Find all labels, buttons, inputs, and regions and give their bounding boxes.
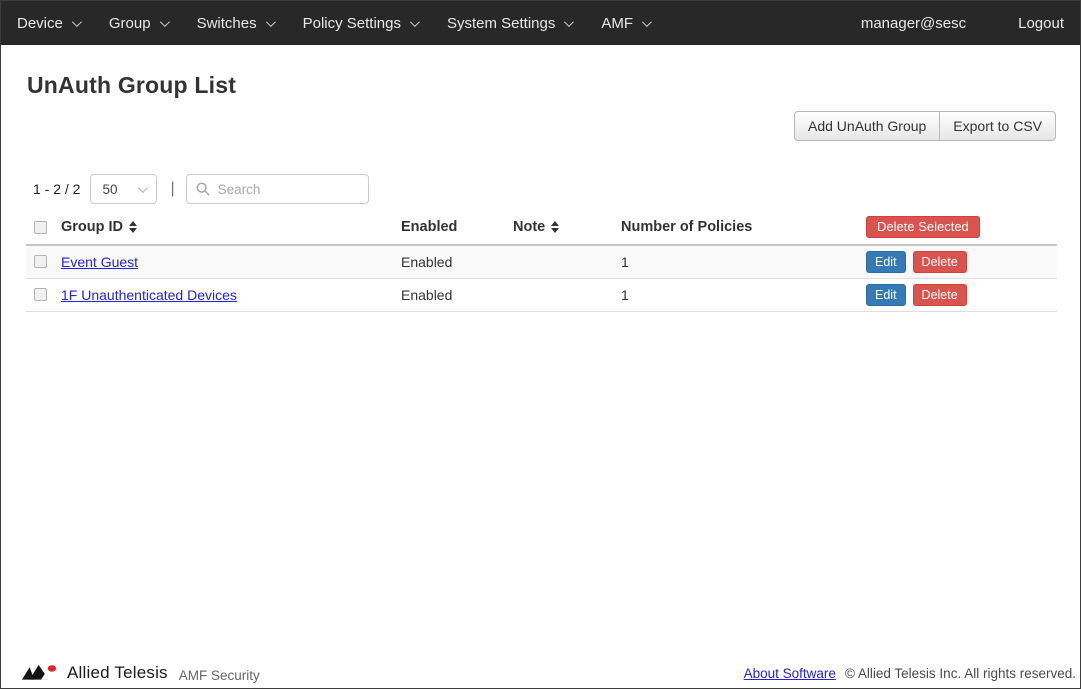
enabled-value: Enabled [401,287,452,303]
nav-item-system-settings[interactable]: System Settings [447,15,571,32]
footer-right: About Software © Allied Telesis Inc. All… [744,666,1076,681]
table-header-row: Group ID Enabled Note [26,211,1057,245]
group-list-table: Group ID Enabled Note [26,211,1057,312]
delete-button[interactable]: Delete [913,284,967,306]
actions-row: Add UnAuth Group Export to CSV [25,111,1056,141]
about-software-link[interactable]: About Software [744,666,836,681]
column-header-label: Number of Policies [621,219,752,235]
nav-item-label: System Settings [447,15,555,32]
group-link[interactable]: Event Guest [61,254,138,270]
chevron-down-icon [160,17,170,27]
policies-count: 1 [621,287,629,303]
brand-name: Allied Telesis [67,663,168,683]
row-actions: Edit Delete [866,284,1049,306]
logged-in-user: manager@sesc [861,15,966,32]
search-input[interactable] [186,174,369,204]
nav-item-switches[interactable]: Switches [197,15,273,32]
nav-item-label: AMF [601,15,633,32]
delete-selected-button[interactable]: Delete Selected [866,216,980,238]
sort-icon [551,221,559,233]
main-content: UnAuth Group List Add UnAuth Group Expor… [1,72,1080,312]
select-all-checkbox[interactable] [34,221,47,234]
column-header-label: Enabled [401,219,457,235]
chevron-down-icon [138,183,148,193]
nav-item-label: Device [17,15,63,32]
chevron-down-icon [410,17,420,27]
page-size-select[interactable]: 50 [90,174,157,204]
top-navbar: Device Group Switches Policy Settings Sy… [1,1,1080,45]
copyright-text: © Allied Telesis Inc. All rights reserve… [845,666,1076,681]
nav-right: manager@sesc Logout [861,15,1064,32]
table-row: Event Guest Enabled 1 Edit Delete [26,245,1057,278]
page-size-value: 50 [102,182,117,197]
nav-item-policy-settings[interactable]: Policy Settings [303,15,417,32]
app-window: Device Group Switches Policy Settings Sy… [0,0,1081,689]
actions-button-group: Add UnAuth Group Export to CSV [794,111,1056,141]
nav-item-label: Switches [197,15,257,32]
nav-menu: Device Group Switches Policy Settings Sy… [17,15,679,32]
allied-telesis-logo-icon [22,664,60,682]
page-title: UnAuth Group List [27,72,1056,99]
column-header-label: Group ID [61,219,123,235]
logout-button[interactable]: Logout [1018,15,1064,32]
search-box [186,174,369,204]
chevron-down-icon [642,17,652,27]
add-unauth-group-button[interactable]: Add UnAuth Group [794,111,940,141]
row-actions: Edit Delete [866,251,1049,273]
export-csv-button[interactable]: Export to CSV [939,111,1056,141]
column-header-group-id[interactable]: Group ID [61,219,137,235]
row-checkbox[interactable] [34,255,47,268]
sort-icon [129,221,137,233]
brand: Allied Telesis AMF Security [22,663,260,683]
edit-button[interactable]: Edit [866,284,906,306]
enabled-value: Enabled [401,254,452,270]
list-toolbar: 1 - 2 / 2 50 | [33,174,1056,204]
table-row: 1F Unauthenticated Devices Enabled 1 Edi… [26,278,1057,311]
chevron-down-icon [564,17,574,27]
column-header-enabled: Enabled [401,219,457,235]
row-checkbox[interactable] [34,288,47,301]
footer: Allied Telesis AMF Security About Softwa… [1,663,1080,683]
column-header-policies: Number of Policies [621,219,752,235]
nav-item-device[interactable]: Device [17,15,79,32]
column-header-note[interactable]: Note [513,219,559,235]
chevron-down-icon [266,17,276,27]
chevron-down-icon [72,17,82,27]
product-name: AMF Security [179,668,260,683]
policies-count: 1 [621,254,629,270]
toolbar-separator: | [170,180,174,198]
edit-button[interactable]: Edit [866,251,906,273]
delete-button[interactable]: Delete [913,251,967,273]
group-link[interactable]: 1F Unauthenticated Devices [61,287,237,303]
nav-item-label: Group [109,15,151,32]
nav-item-label: Policy Settings [303,15,401,32]
nav-item-amf[interactable]: AMF [601,15,649,32]
column-header-label: Note [513,219,545,235]
pagination-range: 1 - 2 / 2 [33,181,80,197]
nav-item-group[interactable]: Group [109,15,167,32]
